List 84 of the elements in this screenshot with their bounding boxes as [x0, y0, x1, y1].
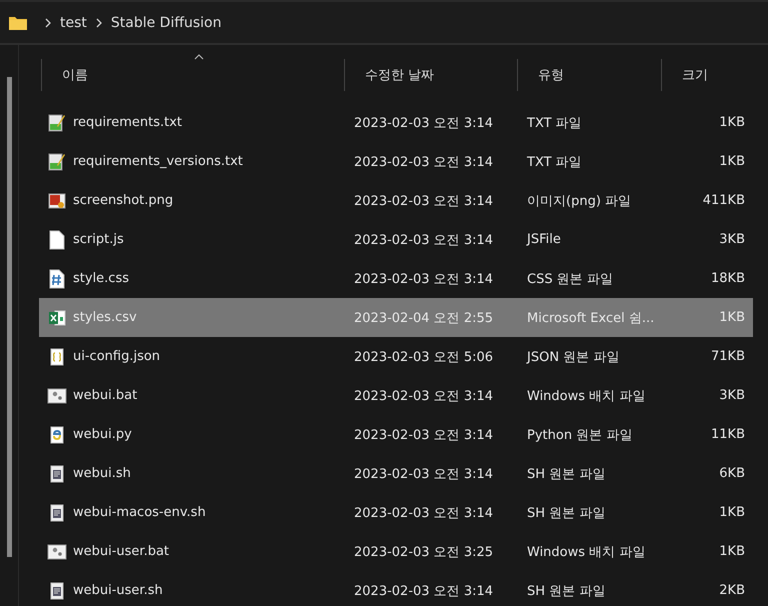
file-size: 2KB — [718, 583, 746, 598]
file-row[interactable]: webui.bat 2023-02-03 오전 3:14 Windows 배치 파일 3KB — [39, 376, 753, 415]
file-row[interactable]: screenshot.png 2023-02-03 오전 3:14 이미지(png) 파일 411KB — [39, 181, 753, 220]
column-header[interactable]: 크기 — [661, 59, 753, 91]
file-row[interactable]: webui.py 2023-02-03 오전 3:14 Python 원본 파일 11KB — [39, 415, 753, 454]
file-type: SH 원본 파일 — [526, 466, 606, 482]
modified-date: 2023-02-03 오전 3:14 — [353, 154, 494, 170]
file-size: 71KB — [710, 349, 746, 364]
file-size: 3KB — [718, 388, 746, 403]
file-row[interactable]: ui-config.json 2023-02-03 오전 5:06 JSON 원본 파일 71KB — [39, 337, 753, 376]
modified-date: 2023-02-03 오전 3:14 — [353, 582, 494, 600]
file-type: 이미지(png) 파일 — [526, 192, 632, 210]
modified-date: 2023-02-03 오전 3:14 — [353, 388, 494, 404]
file-row[interactable]: style.css 2023-02-03 오전 3:14 CSS 원본 파일 18KB — [39, 259, 753, 298]
modified-date: 2023-02-03 오전 5:06 — [353, 348, 494, 366]
breadcrumb-item[interactable]: Stable Diffusion — [110, 14, 222, 30]
modified-date: 2023-02-03 오전 3:14 — [353, 232, 494, 248]
file-type: SH 원본 파일 — [526, 504, 606, 522]
modified-date: 2023-02-03 오전 3:14 — [353, 114, 494, 132]
modified-date: 2023-02-03 오전 3:14 — [353, 192, 494, 210]
file-size: 1KB — [718, 154, 746, 169]
file-size: 3KB — [718, 232, 746, 247]
file-name: requirements.txt — [73, 115, 182, 130]
file-size: 1KB — [718, 115, 746, 130]
file-name: webui.py — [73, 427, 132, 442]
file-size: 411KB — [702, 193, 746, 208]
column-header[interactable]: 수정한 날짜 — [344, 59, 517, 91]
chevron-icon — [44, 18, 52, 28]
file-size: 6KB — [718, 466, 746, 481]
file-type: CSS 원본 파일 — [526, 270, 614, 288]
notepad-icon — [47, 112, 67, 132]
file-name: style.css — [73, 271, 129, 286]
chevron-icon — [94, 18, 103, 28]
file-row[interactable]: webui.sh 2023-02-03 오전 3:14 SH 원본 파일 6KB — [39, 454, 753, 493]
image-file-icon — [47, 192, 67, 210]
file-row[interactable]: script.js 2023-02-03 오전 3:14 JSFile 3KB — [39, 220, 753, 259]
column-header[interactable]: 이름 — [41, 59, 344, 91]
file-name: webui-user.bat — [73, 544, 170, 559]
modified-date: 2023-02-04 오전 2:55 — [353, 310, 494, 326]
file-name: webui.sh — [73, 466, 131, 481]
file-name: webui-macos-env.sh — [73, 505, 206, 520]
selected-row[interactable]: styles.csv 2023-02-04 오전 2:55 Microsoft Excel 쉼... 1KB — [39, 298, 753, 337]
file-row[interactable]: requirements_versions.txt 2023-02-03 오전 3:14 TXT 파일 1KB — [39, 142, 753, 181]
modified-date: 2023-02-03 오전 3:14 — [353, 504, 494, 522]
file-row[interactable]: webui-user.sh 2023-02-03 오전 3:14 SH 원본 파일 2KB — [39, 571, 753, 606]
file-name: webui.bat — [73, 388, 138, 403]
gear-file-icon — [47, 544, 67, 560]
file-type: Python 원본 파일 — [526, 426, 634, 444]
file-name: script.js — [73, 232, 124, 247]
file-type: Windows 배치 파일 — [526, 544, 646, 560]
modified-date: 2023-02-03 오전 3:25 — [353, 544, 494, 560]
file-size: 1KB — [718, 544, 746, 559]
file-size: 11KB — [710, 427, 746, 442]
file-type: JSFile — [525, 232, 562, 247]
file-type: TXT 파일 — [526, 114, 583, 132]
spreadsheet-icon — [47, 308, 67, 326]
folder-icon — [8, 14, 28, 30]
scrollbar-thumb[interactable] — [6, 77, 12, 557]
file-row[interactable]: requirements.txt 2023-02-03 오전 3:14 TXT 파일 1KB — [39, 103, 753, 142]
notepad-icon — [47, 152, 67, 172]
file-type: TXT 파일 — [526, 154, 583, 170]
gear-file-icon — [47, 388, 67, 404]
modified-date: 2023-02-03 오전 3:14 — [353, 466, 494, 482]
file-type: SH 원본 파일 — [526, 582, 606, 600]
breadcrumb-item[interactable]: test — [60, 14, 87, 30]
file-name: webui-user.sh — [73, 583, 163, 598]
file-name: screenshot.png — [73, 193, 174, 208]
file-row[interactable]: webui-user.bat 2023-02-03 오전 3:25 Windows 배치 파일 1KB — [39, 532, 753, 571]
modified-date: 2023-02-03 오전 3:14 — [353, 426, 494, 444]
file-name: styles.csv — [73, 310, 137, 325]
column-header[interactable]: 유형 — [517, 59, 661, 91]
file-name: ui-config.json — [73, 349, 160, 364]
file-size: 1KB — [718, 505, 746, 520]
sort-caret-icon — [194, 54, 204, 60]
file-size: 1KB — [718, 310, 746, 325]
file-type: Microsoft Excel 쉼... — [526, 310, 656, 326]
file-name: requirements_versions.txt — [73, 154, 243, 169]
css-file-icon — [47, 268, 67, 288]
file-row[interactable]: webui-macos-env.sh 2023-02-03 오전 3:14 SH 원본 파일 1KB — [39, 493, 753, 532]
file-type: JSON 원본 파일 — [525, 348, 620, 366]
file-type: Windows 배치 파일 — [526, 388, 646, 404]
file-size: 18KB — [710, 271, 746, 286]
modified-date: 2023-02-03 오전 3:14 — [353, 270, 494, 288]
blank-file-icon — [47, 230, 67, 250]
